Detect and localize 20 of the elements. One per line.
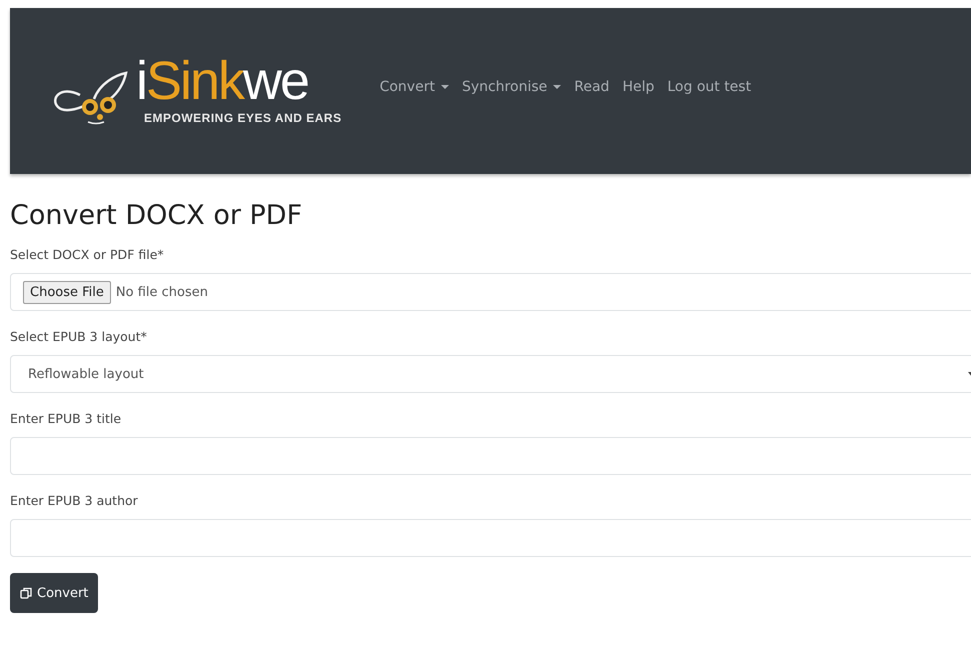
field-label: Enter EPUB 3 author <box>10 493 139 508</box>
input-field[interactable] <box>10 519 971 557</box>
input-field[interactable] <box>10 437 971 475</box>
layout-select[interactable]: Reflowable layout <box>10 355 971 393</box>
field-label: Select DOCX or PDF file* <box>10 247 165 262</box>
copy-icon <box>20 587 32 599</box>
nav-dropdown[interactable]: Synchronise <box>462 79 562 95</box>
field-label: Enter EPUB 3 title <box>10 411 122 426</box>
logo-tagline: EMPOWERING EYES AND EARS <box>144 111 342 125</box>
nav-link[interactable]: Read <box>574 79 610 95</box>
file-field[interactable]: Choose File No file chosen <box>10 273 971 311</box>
page-heading: Convert DOCX or PDF <box>10 200 304 231</box>
nav-dropdown[interactable]: Convert <box>380 79 449 95</box>
nav-link[interactable]: Help <box>622 79 654 95</box>
nav-link[interactable]: Log out test <box>667 79 752 95</box>
file-status: No file chosen <box>116 284 208 300</box>
choose-file-button[interactable]: Choose File <box>23 280 111 304</box>
logo-wordmark: iSinkwe <box>136 57 308 105</box>
convert-button[interactable]: Convert <box>10 573 98 613</box>
field-label: Select EPUB 3 layout* <box>10 329 148 344</box>
